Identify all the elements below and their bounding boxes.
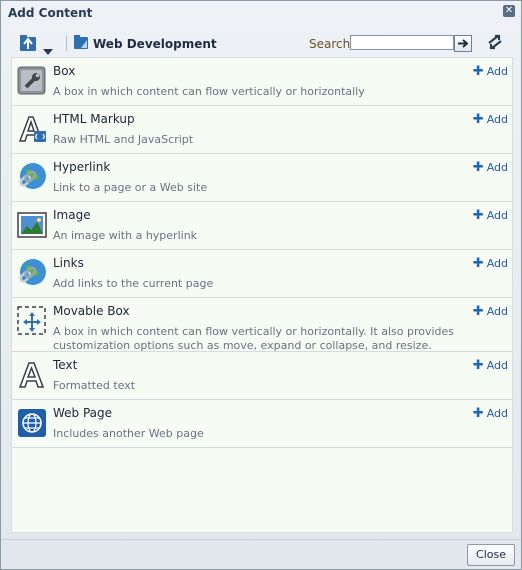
- add-button[interactable]: ✚ Add: [473, 406, 508, 421]
- breadcrumb[interactable]: Web Development: [93, 37, 217, 51]
- add-label: Add: [486, 113, 508, 126]
- add-label: Add: [486, 209, 508, 222]
- list-item-links: Links Add links to the current page ✚ Add: [12, 250, 512, 298]
- list-item-image: Image An image with a hyperlink ✚ Add: [12, 202, 512, 250]
- item-name: Image: [53, 208, 91, 222]
- item-description: Link to a page or a Web site: [53, 181, 208, 194]
- arrow-right-icon: [458, 39, 469, 48]
- item-description: A box in which content can flow vertical…: [53, 325, 455, 352]
- add-content-dialog: Add Content ✕ Web Development Search Box…: [0, 0, 522, 570]
- plus-icon: ✚: [472, 208, 484, 223]
- dialog-titlebar: Add Content ✕: [1, 1, 521, 25]
- list-item-text: Text Formatted text ✚ Add: [12, 352, 512, 400]
- item-description: Raw HTML and JavaScript: [53, 133, 194, 146]
- image-icon: [17, 210, 47, 240]
- toolbar-separator: [66, 35, 67, 51]
- close-icon[interactable]: ✕: [503, 5, 515, 17]
- item-name: Box: [53, 64, 76, 78]
- list-item-box: Box A box in which content can flow vert…: [12, 58, 512, 106]
- search-input[interactable]: [350, 35, 454, 50]
- html-markup-icon: [17, 114, 47, 144]
- movable-box-icon: [17, 306, 47, 336]
- box-icon: [17, 66, 47, 96]
- item-description: Formatted text: [53, 379, 136, 392]
- add-label: Add: [486, 161, 508, 174]
- list-item-web-page: Web Page Includes another Web page ✚ Add: [12, 400, 512, 448]
- text-icon: [17, 360, 47, 390]
- search-label: Search: [309, 37, 351, 51]
- add-label: Add: [486, 305, 508, 318]
- close-button[interactable]: Close: [467, 544, 515, 566]
- add-label: Add: [486, 65, 508, 78]
- item-name: HTML Markup: [53, 112, 135, 126]
- add-button[interactable]: ✚ Add: [473, 112, 508, 127]
- plus-icon: ✚: [472, 256, 484, 271]
- add-button[interactable]: ✚ Add: [473, 64, 508, 79]
- item-name: Links: [53, 256, 84, 270]
- dialog-title: Add Content: [8, 6, 93, 20]
- list-item-movable-box: Movable Box A box in which content can f…: [12, 298, 512, 352]
- folder-up-icon[interactable]: [19, 33, 39, 57]
- search-go-button[interactable]: [454, 35, 472, 52]
- add-button[interactable]: ✚ Add: [473, 358, 508, 373]
- plus-icon: ✚: [472, 406, 484, 421]
- plus-icon: ✚: [472, 160, 484, 175]
- toolbar: Web Development Search: [9, 30, 511, 56]
- item-description: A box in which content can flow vertical…: [53, 85, 365, 98]
- hyperlink-icon: [17, 162, 47, 192]
- plus-icon: ✚: [472, 304, 484, 319]
- refresh-icon[interactable]: [486, 33, 504, 55]
- item-name: Hyperlink: [53, 160, 111, 174]
- add-label: Add: [486, 359, 508, 372]
- folder-icon: [73, 34, 90, 55]
- add-button[interactable]: ✚ Add: [473, 304, 508, 319]
- footer-divider: [1, 539, 521, 540]
- list-item-hyperlink: Hyperlink Link to a page or a Web site ✚…: [12, 154, 512, 202]
- plus-icon: ✚: [472, 112, 484, 127]
- item-name: Web Page: [53, 406, 113, 420]
- item-description: An image with a hyperlink: [53, 229, 198, 242]
- web-page-icon: [17, 408, 47, 438]
- item-description: Includes another Web page: [53, 427, 204, 440]
- list-item-html-markup: HTML Markup Raw HTML and JavaScript ✚ Add: [12, 106, 512, 154]
- add-button[interactable]: ✚ Add: [473, 256, 508, 271]
- item-description: Add links to the current page: [53, 277, 214, 290]
- add-label: Add: [486, 257, 508, 270]
- plus-icon: ✚: [472, 64, 484, 79]
- add-label: Add: [486, 407, 508, 420]
- item-name: Movable Box: [53, 304, 130, 318]
- item-name: Text: [53, 358, 78, 372]
- links-icon: [17, 258, 47, 288]
- plus-icon: ✚: [472, 358, 484, 373]
- content-list: Box A box in which content can flow vert…: [11, 57, 513, 533]
- add-button[interactable]: ✚ Add: [473, 208, 508, 223]
- add-button[interactable]: ✚ Add: [473, 160, 508, 175]
